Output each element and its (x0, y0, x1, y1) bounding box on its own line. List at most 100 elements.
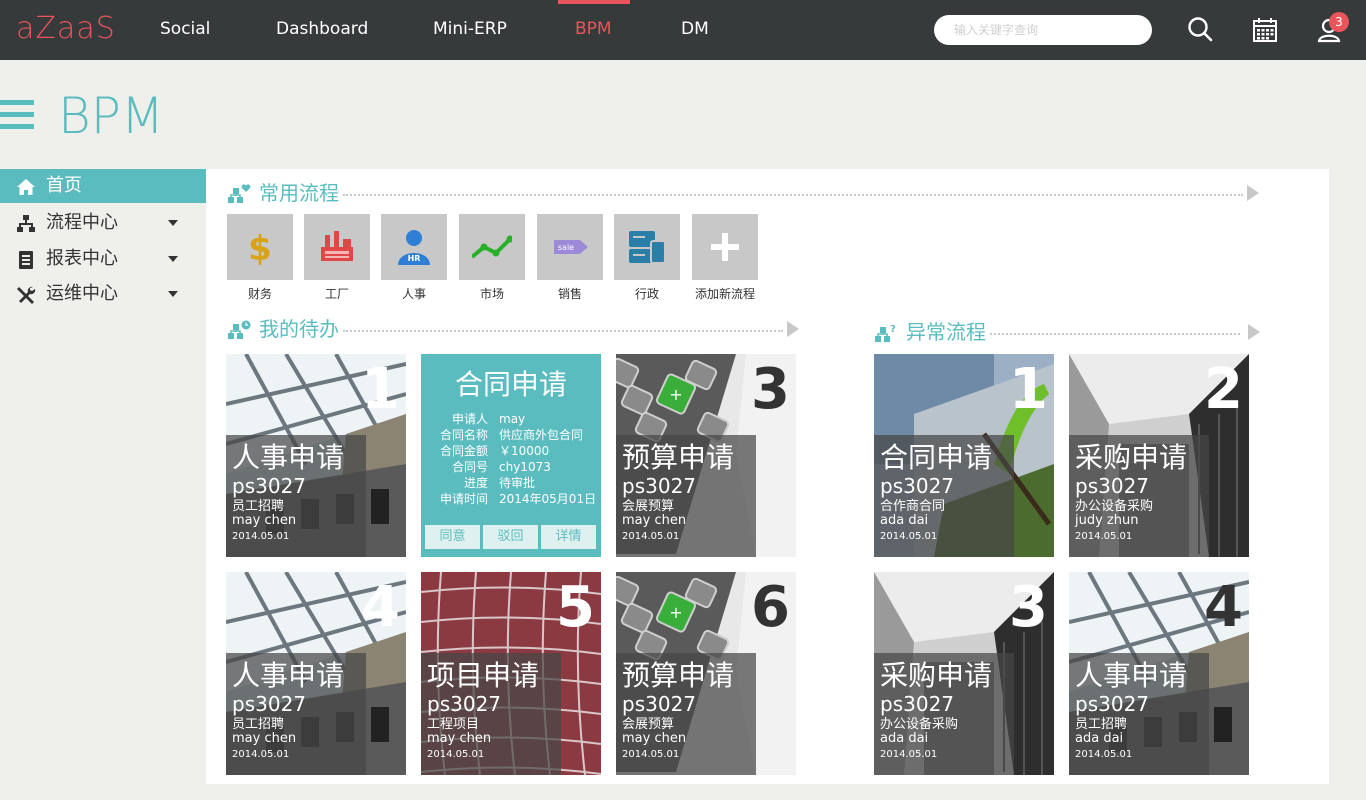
quick-flow-admin[interactable]: 行政 (614, 214, 680, 301)
tile-desc: 会展预算 (622, 717, 675, 732)
sidebar-item-ops-center[interactable]: 运维中心 (0, 277, 206, 311)
flow-heart-icon (228, 184, 251, 203)
section-title: 我的待办 (259, 317, 339, 341)
tile-info: 人事申请 ps3027 员工招聘 ada dai 2014.05.01 (1069, 653, 1209, 775)
chevron-down-icon[interactable] (168, 220, 178, 226)
arrow-right-icon[interactable] (1248, 324, 1260, 340)
reject-button[interactable]: 驳回 (483, 525, 538, 549)
abnormal-tile-3[interactable]: 3 采购申请 ps3027 办公设备采购 ada dai 2014.05.01 (874, 572, 1054, 775)
nav-item-social[interactable]: Social (160, 18, 210, 40)
tile-title: 合同申请 (454, 368, 567, 401)
todo-tile-6[interactable]: + 6 预算申请 ps3027 会展预算 may chen 2014.05.01 (616, 572, 796, 775)
todo-tile-1[interactable]: 1 人事申请 ps3027 员工招聘 may chen 2014.05.01 (226, 354, 406, 557)
tile-date: 2014.05.01 (427, 749, 485, 760)
notification-badge[interactable]: 3 (1329, 12, 1349, 32)
chevron-down-icon[interactable] (168, 291, 178, 297)
sidebar-item-report-center[interactable]: 报表中心 (0, 242, 206, 276)
trend-line-icon (472, 235, 512, 259)
todo-tile-contract-detail[interactable]: 合同申请 申请人 may 合同名称 供应商外包合同 合同金额 ￥10000 合同号 ch… (421, 354, 601, 557)
tools-icon (17, 286, 36, 304)
tile-info: 人事申请 ps3027 员工招聘 may chen 2014.05.01 (226, 653, 366, 775)
svg-text:$: $ (248, 229, 272, 267)
chevron-down-icon[interactable] (168, 256, 178, 262)
sidebar-item-label: 首页 (46, 175, 82, 196)
quick-flow-hr[interactable]: HR 人事 (381, 214, 447, 301)
svg-text:sale: sale (558, 243, 574, 252)
tile-code: ps3027 (622, 692, 697, 716)
tile-number: 3 (751, 357, 790, 422)
tile-date: 2014.05.01 (1075, 749, 1133, 760)
sidebar-item-process-center[interactable]: 流程中心 (0, 206, 206, 240)
nav-item-dm[interactable]: DM (681, 18, 709, 40)
search-icon[interactable] (1187, 16, 1213, 44)
tile-title: 人事申请 (232, 441, 345, 474)
tile-title: 项目申请 (427, 659, 540, 692)
tile-user: may chen (232, 731, 297, 746)
tile-date: 2014.05.01 (880, 749, 938, 760)
tile-title: 采购申请 (1075, 441, 1188, 474)
tile-code: ps3027 (232, 692, 307, 716)
tile-info: 采购申请 ps3027 办公设备采购 ada dai 2014.05.01 (874, 653, 1014, 775)
calendar-icon[interactable] (1252, 16, 1278, 44)
sitemap-icon (17, 215, 35, 232)
tile-desc: 员工招聘 (232, 499, 285, 514)
nav-item-mini-erp[interactable]: Mini-ERP (433, 18, 507, 40)
arrow-right-icon[interactable] (1247, 185, 1259, 201)
tile-number: 5 (556, 575, 595, 640)
tile-info: 人事申请 ps3027 员工招聘 may chen 2014.05.01 (226, 435, 366, 557)
tile-title: 采购申请 (880, 659, 993, 692)
tile-code: ps3027 (880, 692, 955, 716)
sidebar-item-label: 报表中心 (46, 248, 118, 269)
menu-toggle-icon[interactable] (0, 100, 34, 130)
svg-text:HR: HR (408, 254, 421, 263)
quick-flow-market[interactable]: 市场 (459, 214, 525, 301)
tile-user: ada dai (1075, 731, 1124, 746)
details-button[interactable]: 详情 (541, 525, 596, 549)
abnormal-tile-1[interactable]: 1 合同申请 ps3027 合作商合同 ada dai 2014.05.01 (874, 354, 1054, 557)
tile-code: ps3027 (427, 692, 502, 716)
tile-date: 2014.05.01 (232, 531, 290, 542)
tile-number: 2 (1204, 357, 1243, 422)
tile-title: 预算申请 (622, 441, 735, 474)
tile-number: 4 (1204, 575, 1243, 640)
search-input[interactable] (934, 15, 1152, 45)
tile-info: 预算申请 ps3027 会展预算 may chen 2014.05.01 (616, 653, 756, 775)
arrow-right-icon[interactable] (787, 321, 799, 337)
svg-text:+: + (669, 385, 682, 404)
tile-info: 采购申请 ps3027 办公设备采购 judy zhun 2014.05.01 (1069, 435, 1209, 557)
add-new-flow-button[interactable]: 添加新流程 (692, 214, 758, 301)
sale-tag-icon: sale (554, 240, 588, 254)
sidebar-item-label: 运维中心 (46, 283, 118, 304)
nav-active-indicator (558, 0, 630, 4)
todo-tile-4[interactable]: 4 人事申请 ps3027 员工招聘 may chen 2014.05.01 (226, 572, 406, 775)
section-title: 常用流程 (259, 181, 339, 205)
dollar-icon: $ (248, 229, 272, 267)
tile-number: 1 (1009, 357, 1048, 422)
tile-desc: 员工招聘 (232, 717, 285, 732)
nav-item-bpm[interactable]: BPM (575, 18, 612, 40)
tile-number: 4 (361, 575, 400, 640)
flow-question-icon: ? (875, 324, 896, 342)
tile-number: 1 (361, 357, 400, 422)
app-logo[interactable]: aZaaS (16, 14, 116, 44)
quick-flow-sales[interactable]: sale 销售 (537, 214, 603, 301)
tile-code: ps3027 (232, 474, 307, 498)
abnormal-tile-4[interactable]: 4 人事申请 ps3027 员工招聘 ada dai 2014.05.01 (1069, 572, 1249, 775)
todo-tile-5[interactable]: 5 项目申请 ps3027 工程项目 may chen 2014.05.01 (421, 572, 601, 775)
tile-title: 人事申请 (232, 659, 345, 692)
todo-tile-3[interactable]: + 3 预算申请 ps3027 会展预算 may chen 2014.05.01 (616, 354, 796, 557)
nav-item-dashboard[interactable]: Dashboard (276, 18, 368, 40)
tile-date: 2014.05.01 (232, 749, 290, 760)
tile-desc: 工程项目 (427, 717, 480, 732)
tile-date: 2014.05.01 (622, 531, 680, 542)
quick-flow-factory[interactable]: 工厂 (304, 214, 370, 301)
tile-number: 3 (1009, 575, 1048, 640)
tile-date: 2014.05.01 (1075, 531, 1133, 542)
sidebar-item-home[interactable]: 首页 (0, 169, 206, 203)
quick-flow-finance[interactable]: $ 财务 (227, 214, 293, 301)
section-title: 异常流程 (906, 320, 986, 344)
abnormal-tile-2[interactable]: 2 采购申请 ps3027 办公设备采购 judy zhun 2014.05.0… (1069, 354, 1249, 557)
top-navbar: aZaaS Social Dashboard Mini-ERP BPM DM 3 (0, 0, 1366, 60)
tile-user: may chen (622, 513, 687, 528)
approve-button[interactable]: 同意 (425, 525, 480, 549)
